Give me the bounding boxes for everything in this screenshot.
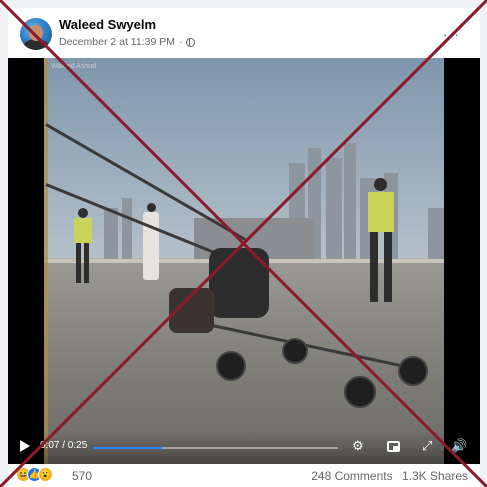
post-timestamp[interactable]: December 2 at 11:39 PM bbox=[59, 36, 175, 48]
progress-fill bbox=[94, 447, 163, 449]
picture-in-picture-icon[interactable] bbox=[387, 441, 400, 452]
post-footer: 😆 👍 😮 570 248 Comments 1.3K Shares bbox=[8, 464, 480, 487]
video-time: 0:07 / 0:25 bbox=[40, 440, 88, 451]
fullscreen-icon[interactable]: ⤢ bbox=[422, 439, 432, 453]
avatar[interactable] bbox=[20, 18, 52, 50]
play-icon[interactable] bbox=[20, 440, 30, 452]
post-header: Waleed Swyelm December 2 at 11:39 PM · ·… bbox=[8, 8, 480, 58]
video-watermark: Waleed Ashraf bbox=[51, 63, 97, 70]
reaction-count[interactable]: 570 bbox=[72, 469, 92, 483]
reaction-icons[interactable]: 😆 👍 😮 bbox=[16, 467, 53, 482]
video-frame: Waleed Ashraf bbox=[44, 58, 444, 464]
author-name[interactable]: Waleed Swyelm bbox=[59, 17, 156, 32]
engagement-stats: 248 Comments 1.3K Shares bbox=[305, 469, 468, 483]
globe-icon bbox=[186, 37, 196, 47]
progress-bar[interactable] bbox=[94, 447, 338, 449]
comments-count[interactable]: 248 Comments bbox=[311, 469, 392, 483]
video-controls: 0:07 / 0:25 ⚙ ⤢ 🔊 bbox=[8, 432, 480, 464]
meta-separator: · bbox=[178, 36, 183, 48]
video-player[interactable]: Waleed Ashraf 0:07 / 0:25 ⚙ ⤢ 🔊 bbox=[8, 58, 480, 464]
shares-count[interactable]: 1.3K Shares bbox=[402, 469, 468, 483]
wow-icon: 😮 bbox=[38, 467, 53, 482]
volume-icon[interactable]: 🔊 bbox=[451, 439, 467, 453]
settings-icon[interactable]: ⚙ bbox=[352, 439, 364, 453]
more-options-button[interactable]: ··· bbox=[443, 26, 460, 42]
post-meta: December 2 at 11:39 PM · bbox=[59, 36, 196, 48]
post-card: Waleed Swyelm December 2 at 11:39 PM · ·… bbox=[8, 8, 480, 487]
